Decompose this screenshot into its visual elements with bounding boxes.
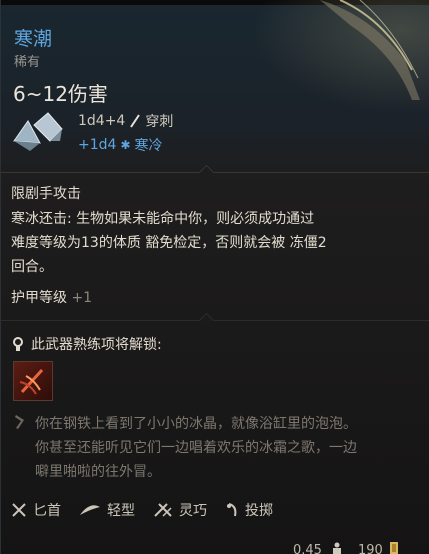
property-finesse[interactable]: 灵巧 [153,500,207,520]
property-thrown[interactable]: 投掷 [225,500,273,520]
divider-notch [198,164,215,181]
property-label: 轻型 [107,503,135,519]
item-weight: 0.45 [293,543,322,554]
skill-glyph [19,368,44,395]
weapon-properties: 匕首 轻型 灵巧 投掷 [11,500,291,520]
damage-line-piercing: 1d4+4 穿刺 [78,111,173,131]
gold-icon [390,542,398,554]
unlock-icon [13,337,23,351]
ability-title: 限剧手攻击 [11,186,81,202]
divider-notch [198,312,215,329]
property-label: 匕首 [33,503,61,519]
weight-icon [333,542,341,554]
light-icon [80,505,100,515]
flavor-text: 你在钢铁上看到了小小的冰晶，就像浴缸里的泡泡。 你甚至还能听见它们一边唱着欢乐的… [35,412,415,484]
armor-class: 护甲等级 +1 [11,287,92,307]
damage-dice: 1d4+4 [78,113,126,129]
finesse-icon [154,503,172,517]
section-divider [1,320,429,321]
armor-label: 护甲等级 [11,290,67,306]
piercing-icon [130,114,141,128]
dice-icon [13,112,63,151]
thrown-icon [227,503,237,517]
damage-type: 寒冷 [134,138,163,154]
frost-slash-icon[interactable] [13,361,53,401]
proficiency-unlock: 此武器熟练项将解锁: [11,334,162,354]
property-label: 灵巧 [179,503,207,519]
desc-line: 寒冰还击: 生物如果未能命中你，则必须成功通过 [11,211,315,227]
item-footer: 0.45 190 [1,540,429,554]
flavor-line: 噼里啪啦的往外冒。 [35,464,161,480]
flavor-line: 你甚至还能听见它们一边唱着欢乐的冰霜之歌，一边 [35,440,357,456]
dagger-icon [12,503,26,517]
damage-type: 穿刺 [145,114,174,130]
item-price: 190 [358,543,383,554]
property-dagger[interactable]: 匕首 [11,500,61,520]
weapon-art [320,0,420,100]
armor-value: +1 [71,290,93,306]
desc-line: 回合。 [11,259,53,275]
ability-description: 寒冰还击: 生物如果未能命中你，则必须成功通过 难度等级为13的体质 豁免检定，… [11,207,411,279]
unlock-label: 此武器熟练项将解锁: [31,337,162,353]
section-divider [1,172,429,173]
flavor-line: 你在钢铁上看到了小小的冰晶，就像浴缸里的泡泡。 [35,416,357,432]
damage-range: 6~12伤害 [13,82,108,106]
property-label: 投掷 [245,503,273,519]
damage-dice: +1d4 [78,137,117,153]
cold-icon: ✱ [120,138,131,152]
item-tooltip: 寒潮 稀有 6~12伤害 1d4+4 穿刺 +1d4 ✱ 寒冷 限剧手攻击 寒冰… [0,0,429,554]
item-rarity: 稀有 [14,55,41,70]
item-name: 寒潮 [14,28,53,50]
quill-icon [15,415,24,429]
damage-line-cold: +1d4 ✱ 寒冷 [78,135,163,155]
desc-line: 难度等级为13的体质 豁免检定，否则就会被 冻僵2 [11,235,327,251]
property-light[interactable]: 轻型 [79,500,135,520]
